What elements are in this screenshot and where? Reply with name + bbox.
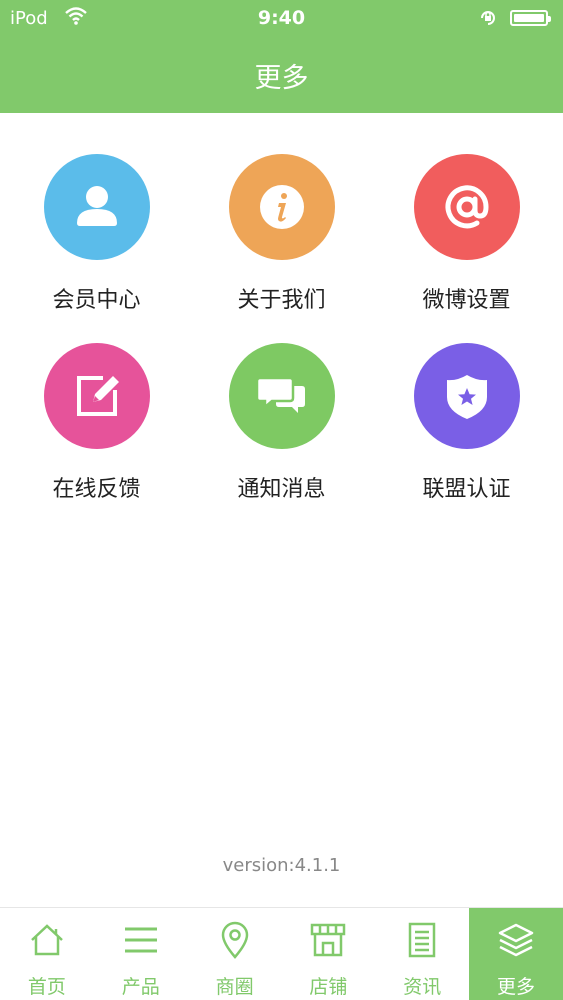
location-icon (215, 920, 255, 964)
bottom-tab-bar: 首页 产品 商圈 店铺 资讯 更多 (0, 907, 563, 1000)
battery-icon (510, 10, 551, 26)
version-label: version:4.1.1 (222, 855, 341, 876)
tab-label: 更多 (497, 976, 536, 998)
menu-item-label: 联盟认证 (422, 477, 511, 502)
menu-item-notifications[interactable]: 通知消息 (189, 343, 374, 503)
layers-icon (496, 920, 536, 964)
top-bar: iPod 9:40 更多 (0, 0, 563, 113)
document-icon (402, 920, 442, 964)
menu-item-label: 通知消息 (237, 477, 326, 502)
list-icon (121, 920, 161, 964)
home-icon (27, 920, 67, 964)
menu-item-label: 微博设置 (422, 288, 511, 313)
menu-item-label: 关于我们 (237, 288, 326, 313)
tab-products[interactable]: 产品 (94, 908, 188, 1000)
menu-item-alliance-certification[interactable]: 联盟认证 (374, 343, 559, 503)
tab-label: 首页 (27, 976, 66, 998)
menu-item-label: 会员中心 (52, 288, 141, 313)
shield-star-icon (413, 343, 520, 449)
tab-news[interactable]: 资讯 (375, 908, 469, 1000)
menu-item-about-us[interactable]: 关于我们 (189, 154, 374, 314)
at-icon (413, 154, 520, 260)
page-title: 更多 (254, 63, 309, 94)
tab-label: 产品 (121, 976, 160, 998)
tab-label: 商圈 (215, 976, 254, 998)
chat-icon (228, 343, 335, 449)
store-icon (308, 920, 348, 964)
edit-icon (43, 343, 150, 449)
user-icon (43, 154, 150, 260)
tab-business-circle[interactable]: 商圈 (188, 908, 282, 1000)
tab-label: 资讯 (403, 976, 442, 998)
tab-more[interactable]: 更多 (469, 908, 563, 1000)
status-bar: iPod 9:40 (0, 0, 563, 38)
tab-label: 店铺 (309, 976, 348, 998)
rotation-lock-icon (478, 8, 498, 32)
menu-item-member-center[interactable]: 会员中心 (4, 154, 189, 314)
menu-item-weibo-settings[interactable]: 微博设置 (374, 154, 559, 314)
menu-item-label: 在线反馈 (52, 477, 141, 502)
info-icon (228, 154, 335, 260)
tab-store[interactable]: 店铺 (281, 908, 375, 1000)
tab-home[interactable]: 首页 (0, 908, 94, 1000)
menu-item-online-feedback[interactable]: 在线反馈 (4, 343, 189, 503)
